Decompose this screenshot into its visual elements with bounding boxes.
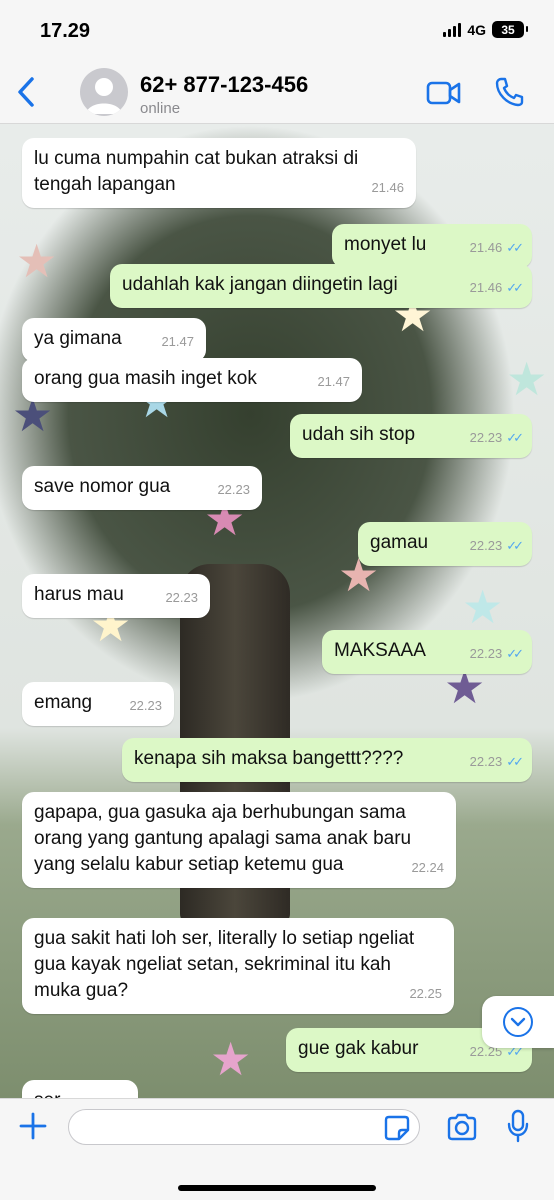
message-text: udah sih stop <box>302 424 416 445</box>
message-time: 22.23 <box>217 482 250 498</box>
signal-icon <box>443 22 462 37</box>
microphone-icon[interactable] <box>506 1109 530 1143</box>
avatar[interactable] <box>80 68 128 116</box>
incoming-message[interactable]: orang gua masih inget kok 21.47 <box>22 358 362 402</box>
composer-bar <box>0 1098 554 1200</box>
read-receipt-icon: ✓✓ <box>506 280 524 295</box>
outgoing-message[interactable]: udah sih stop 22.23 ✓✓ <box>290 414 532 458</box>
message-text: kenapa sih maksa bangettt???? <box>134 748 404 769</box>
message-input[interactable] <box>68 1109 420 1145</box>
incoming-message[interactable]: emang 22.23 <box>22 682 174 726</box>
status-indicators: 4G 35 <box>443 21 528 38</box>
message-text: udahlah kak jangan diingetin lagi <box>122 274 398 295</box>
contact-name[interactable]: 62+ 877-123-456 <box>140 72 308 98</box>
message-text: MAKSAAA <box>334 640 426 661</box>
camera-icon[interactable] <box>446 1113 478 1141</box>
message-time: 22.23 ✓✓ <box>469 538 524 554</box>
read-receipt-icon: ✓✓ <box>506 646 524 661</box>
message-text: ya gimana <box>34 328 122 349</box>
incoming-message[interactable]: ya gimana 21.47 <box>22 318 206 362</box>
read-receipt-icon: ✓✓ <box>506 538 524 553</box>
incoming-message[interactable]: gapapa, gua gasuka aja berhubungan sama … <box>22 792 456 888</box>
message-text: lu cuma numpahin cat bukan atraksi di te… <box>34 148 359 195</box>
message-text: ser <box>34 1090 60 1098</box>
message-time-value: 22.23 <box>469 646 503 661</box>
outgoing-message[interactable]: udahlah kak jangan diingetin lagi 21.46 ✓✓ <box>110 264 532 308</box>
message-time: 21.46 ✓✓ <box>469 240 524 256</box>
incoming-message[interactable]: lu cuma numpahin cat bukan atraksi di te… <box>22 138 416 208</box>
message-time-value: 22.23 <box>469 430 503 445</box>
incoming-message[interactable]: ser <box>22 1080 138 1098</box>
message-time: 21.47 <box>161 334 194 350</box>
chat-header: 62+ 877-123-456 online <box>0 60 554 124</box>
plus-icon[interactable] <box>18 1111 48 1141</box>
message-time: 21.47 <box>317 374 350 390</box>
message-text: monyet lu <box>344 234 427 255</box>
message-time: 22.23 <box>165 590 198 606</box>
message-text: gua sakit hati loh ser, literally lo set… <box>34 928 415 1001</box>
message-text: emang <box>34 692 93 713</box>
message-time: 22.25 <box>409 986 442 1002</box>
outgoing-message[interactable]: gamau 22.23 ✓✓ <box>358 522 532 566</box>
message-time-value: 22.23 <box>129 698 162 713</box>
message-text: gapapa, gua gasuka aja berhubungan sama … <box>34 802 412 875</box>
read-receipt-icon: ✓✓ <box>506 430 524 445</box>
message-time: 22.23 ✓✓ <box>469 754 524 770</box>
message-time-value: 22.23 <box>469 538 503 553</box>
message-text: orang gua masih inget kok <box>34 368 257 389</box>
home-indicator <box>178 1185 376 1191</box>
message-time-value: 21.46 <box>469 240 503 255</box>
outgoing-message[interactable]: MAKSAAA 22.23 ✓✓ <box>322 630 532 674</box>
message-text: gamau <box>370 532 429 553</box>
message-time: 22.23 <box>129 698 162 714</box>
message-time: 22.23 ✓✓ <box>469 430 524 446</box>
message-time: 21.46 <box>371 180 404 196</box>
incoming-message[interactable]: save nomor gua 22.23 <box>22 466 262 510</box>
message-time-value: 22.24 <box>411 860 444 875</box>
message-text: harus mau <box>34 584 124 605</box>
message-time: 21.46 ✓✓ <box>469 280 524 296</box>
star-decoration: ★ <box>506 353 548 405</box>
message-time-value: 21.46 <box>371 180 404 195</box>
star-decoration: ★ <box>16 235 58 287</box>
message-text: gue gak kabur <box>298 1038 419 1059</box>
outgoing-message[interactable]: kenapa sih maksa bangettt???? 22.23 ✓✓ <box>122 738 532 782</box>
chat-area[interactable]: ★ ★ ★ ★ ★ ★ ★ ★ ★ ★ ★ lu cuma numpahin c… <box>0 124 554 1098</box>
network-type: 4G <box>467 21 486 38</box>
status-bar: 17.29 4G 35 <box>0 0 554 60</box>
battery-icon: 35 <box>492 21 528 38</box>
message-time: 22.24 <box>411 860 444 876</box>
chevron-left-icon[interactable] <box>12 74 42 110</box>
status-time: 17.29 <box>40 20 91 42</box>
message-text: save nomor gua <box>34 476 171 497</box>
video-camera-icon[interactable] <box>426 78 462 108</box>
message-time-value: 22.23 <box>217 482 250 497</box>
read-receipt-icon: ✓✓ <box>506 240 524 255</box>
incoming-message[interactable]: harus mau 22.23 <box>22 574 210 618</box>
phone-icon[interactable] <box>494 76 524 108</box>
read-receipt-icon: ✓✓ <box>506 754 524 769</box>
chevron-down-icon[interactable] <box>482 996 554 1048</box>
message-time-value: 21.47 <box>317 374 350 389</box>
message-time-value: 22.23 <box>469 754 503 769</box>
outgoing-message[interactable]: monyet lu 21.46 ✓✓ <box>332 224 532 268</box>
message-time: 22.23 ✓✓ <box>469 646 524 662</box>
message-time-value: 21.46 <box>469 280 503 295</box>
star-decoration: ★ <box>462 581 504 633</box>
message-time-value: 22.25 <box>409 986 442 1001</box>
incoming-message[interactable]: gua sakit hati loh ser, literally lo set… <box>22 918 454 1014</box>
sticker-icon[interactable] <box>384 1115 410 1141</box>
star-decoration: ★ <box>210 1033 252 1085</box>
contact-status: online <box>140 100 181 117</box>
message-time-value: 21.47 <box>161 334 194 349</box>
message-time-value: 22.23 <box>165 590 198 605</box>
